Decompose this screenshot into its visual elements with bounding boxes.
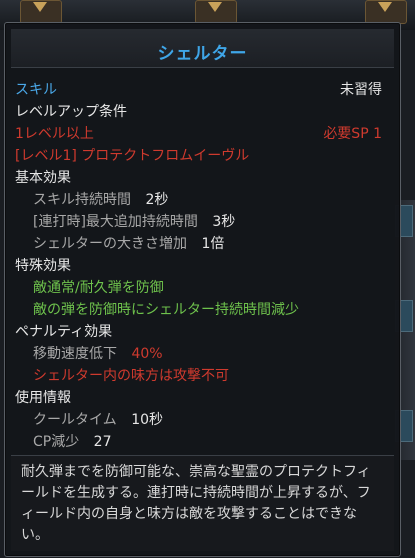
skill-description: 耐久弾までを防御可能な、崇高な聖霊のプロテクトフィールドを生成する。連打時に持続… bbox=[21, 464, 371, 543]
penalty-heading: ペナルティ効果 bbox=[15, 324, 113, 340]
cooldown-row: クールタイム 10秒 bbox=[33, 409, 163, 429]
sp-requirement: 必要SP 1 bbox=[323, 126, 382, 142]
special-effect-row: 敵の弾を防御時にシェルター持続時間減少 bbox=[33, 302, 299, 318]
penalty-value: 40% bbox=[131, 346, 163, 362]
basic-effect-row: [連打時]最大追加持続時間 3秒 bbox=[33, 211, 235, 231]
penalty-label: 移動速度低下 bbox=[33, 346, 117, 362]
penalty-note: シェルター内の味方は攻撃不可 bbox=[33, 368, 229, 384]
usage-heading: 使用情報 bbox=[15, 390, 71, 406]
cooldown-label: クールタイム bbox=[33, 412, 117, 428]
cooldown-value: 10秒 bbox=[131, 412, 164, 428]
basic-effect-row: シェルターの大きさ増加 1倍 bbox=[33, 233, 224, 253]
effect-value: 3秒 bbox=[212, 214, 236, 230]
level-requirement: 1レベル以上 bbox=[15, 126, 94, 142]
basic-effect-heading: 基本効果 bbox=[15, 170, 71, 186]
arrow-down-icon bbox=[33, 2, 47, 12]
arrow-down-icon bbox=[208, 2, 222, 12]
description-box: 耐久弾までを防御可能な、崇高な聖霊のプロテクトフィールドを生成する。連打時に持続… bbox=[11, 455, 394, 551]
levelup-heading: レベルアップ条件 bbox=[15, 104, 127, 120]
special-effect-heading: 特殊効果 bbox=[15, 258, 71, 274]
cp-label: CP減少 bbox=[33, 434, 80, 450]
effect-label: シェルターの大きさ増加 bbox=[33, 236, 187, 252]
skill-type-label: スキル bbox=[15, 82, 57, 98]
cp-row: CP減少 27 bbox=[33, 431, 112, 451]
penalty-row: 移動速度低下 40% bbox=[33, 343, 163, 363]
effect-value: 1倍 bbox=[201, 236, 225, 252]
cp-value: 27 bbox=[93, 434, 112, 450]
prerequisite-skill: [レベル1] プロテクトフロムイーヴル bbox=[15, 148, 250, 164]
effect-label: スキル持続時間 bbox=[33, 192, 131, 208]
special-effect-row: 敵通常/耐久弾を防御 bbox=[33, 280, 164, 296]
tooltip-header: シェルター bbox=[11, 29, 394, 68]
effect-value: 2秒 bbox=[145, 192, 169, 208]
effect-label: [連打時]最大追加持続時間 bbox=[33, 214, 198, 230]
arrow-down-icon bbox=[378, 2, 392, 12]
skill-title: シェルター bbox=[157, 44, 248, 64]
skill-tooltip: シェルター スキル 未習得 レベルアップ条件 1レベル以上 必要SP 1 [レベ… bbox=[4, 22, 401, 557]
basic-effect-row: スキル持続時間 2秒 bbox=[33, 189, 168, 209]
learn-status: 未習得 bbox=[340, 82, 382, 98]
